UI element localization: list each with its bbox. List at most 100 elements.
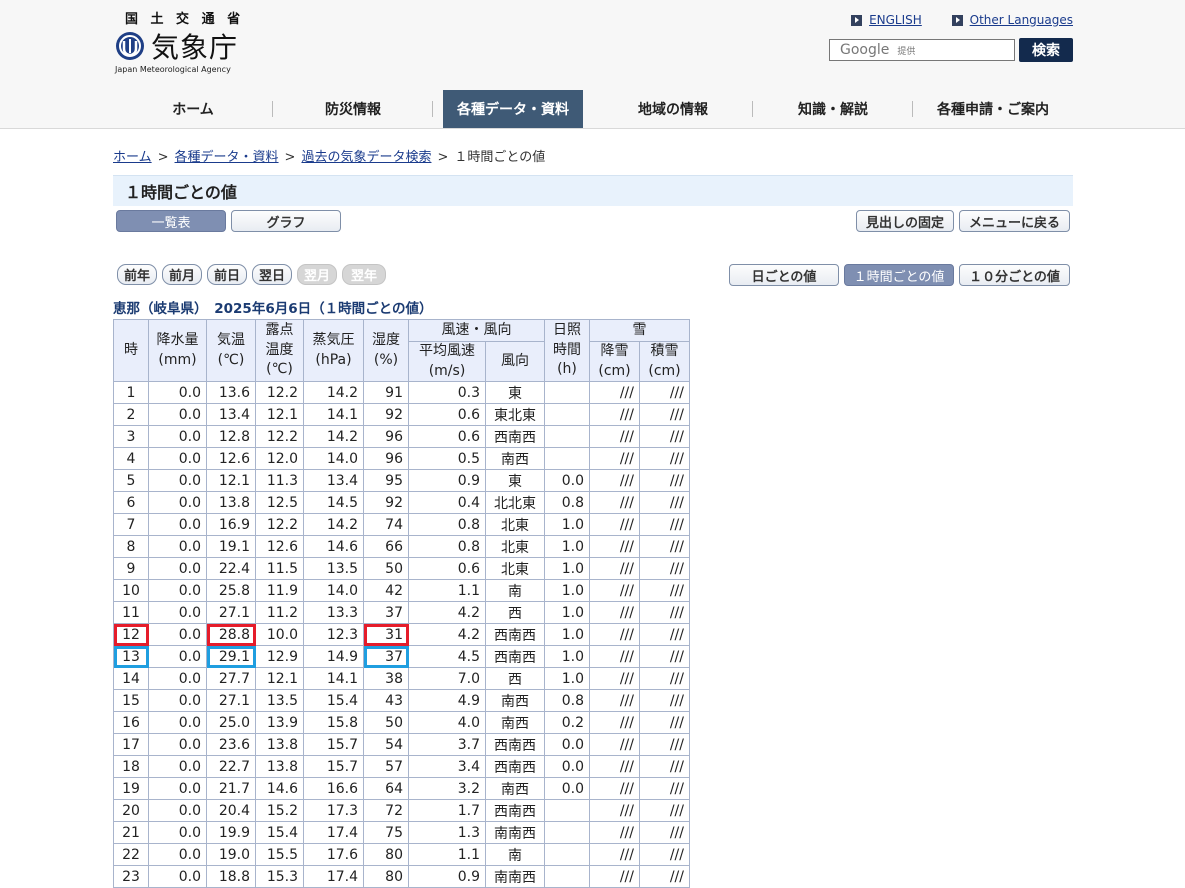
sunshine-cell [544,403,590,427]
header-snowfall-unit: (cm) [598,362,631,379]
nav-disaster-info[interactable]: 防災情報 [273,90,433,128]
hour-cell: 4 [113,447,149,471]
temperature-cell: 19.1 [206,535,256,559]
sunshine-cell: 0.2 [544,711,590,735]
wind-speed-cell: 1.7 [408,799,486,823]
header-vapor-pressure-unit: (hPa) [315,351,352,368]
vapor-pressure-cell: 15.4 [303,689,364,713]
dew-point-cell: 12.9 [255,645,304,669]
nav-applications[interactable]: 各種申請・ご案内 [913,90,1073,128]
temperature-cell: 25.8 [206,579,256,603]
sunshine-cell [544,799,590,823]
jma-emblem-icon [116,32,144,60]
temperature-cell: 22.4 [206,557,256,581]
breadcrumb-home[interactable]: ホーム [113,150,152,165]
sunshine-cell: 1.0 [544,645,590,669]
snowfall-cell: /// [589,491,640,515]
snowfall-cell: /// [589,557,640,581]
sunshine-cell: 1.0 [544,535,590,559]
next-day-button[interactable]: 翌日 [252,264,292,285]
header-dew-point-label-2: 温度 [265,341,294,358]
nav-regional-info[interactable]: 地域の情報 [593,90,753,128]
humidity-cell: 92 [363,491,409,515]
search-input[interactable]: Google 提供 [829,39,1015,61]
wind-direction-cell: 東北東 [485,403,545,427]
search-button[interactable]: 検索 [1019,38,1073,62]
temperature-cell: 27.1 [206,689,256,713]
breadcrumb-past-data-search[interactable]: 過去の気象データ検索 [301,150,431,165]
header-sunshine-label-1: 日照 [553,322,581,339]
snow-depth-cell: /// [639,733,690,757]
temperature-cell: 22.7 [206,755,256,779]
table-row: 10 0.0 25.8 11.9 14.0 42 1.1 南 1.0////// [113,579,690,603]
nav-knowledge[interactable]: 知識・解説 [753,90,913,128]
wind-direction-cell: 南 [485,579,545,603]
table-row: 7 0.0 16.9 12.2 14.2 74 0.8 北東 1.0////// [113,513,690,537]
wind-direction-cell: 西 [485,667,545,691]
snow-depth-cell: /// [639,535,690,559]
temperature-cell: 25.0 [206,711,256,735]
table-row: 16 0.0 25.0 13.9 15.8 50 4.0 南西 0.2////// [113,711,690,735]
snowfall-cell: /// [589,623,640,647]
english-link[interactable]: ENGLISH [851,13,922,27]
global-nav: ホーム 防災情報 各種データ・資料 地域の情報 知識・解説 各種申請・ご案内 [113,90,1073,128]
wind-speed-cell: 0.8 [408,513,486,537]
sunshine-cell: 0.8 [544,689,590,713]
daily-values-button[interactable]: 日ごとの値 [729,264,839,286]
jma-logo[interactable]: 国 土 交 通 省 気象庁 Japan Meteorological Agenc… [113,6,253,76]
tab-table[interactable]: 一覧表 [116,210,226,232]
breadcrumb-data[interactable]: 各種データ・資料 [175,150,279,165]
temperature-cell: 13.4 [206,403,256,427]
hour-cell: 16 [113,711,149,735]
prev-day-button[interactable]: 前日 [207,264,247,285]
breadcrumb-current: １時間ごとの値 [454,150,546,165]
precipitation-cell: 0.0 [148,843,207,867]
language-links: ENGLISH Other Languages [825,13,1073,29]
dew-point-cell: 12.2 [255,425,304,449]
prev-month-button[interactable]: 前月 [162,264,202,285]
snowfall-cell: /// [589,469,640,493]
back-to-menu-button[interactable]: メニューに戻る [959,210,1070,232]
table-row: 13 0.0 29.1 12.9 14.9 37 4.5 西南西 1.0////// [113,645,690,669]
hour-cell: 14 [113,667,149,691]
temperature-cell: 19.0 [206,843,256,867]
snow-depth-cell: /// [639,755,690,779]
header-wind-group: 風速・風向 [408,319,545,342]
precipitation-cell: 0.0 [148,535,207,559]
precipitation-cell: 0.0 [148,645,207,669]
nav-data[interactable]: 各種データ・資料 [443,90,583,128]
other-languages-link[interactable]: Other Languages [951,13,1073,27]
nav-home[interactable]: ホーム [113,90,273,128]
tab-graph[interactable]: グラフ [231,210,341,232]
table-row: 17 0.0 23.6 13.8 15.7 54 3.7 西南西 0.0////// [113,733,690,757]
wind-direction-cell: 北東 [485,513,545,537]
vapor-pressure-cell: 14.6 [303,535,364,559]
search-provided-label: 提供 [897,46,916,57]
header-humidity: 湿度 (%) [363,318,409,383]
header-temperature-unit: (℃) [217,351,245,368]
vapor-pressure-cell: 14.0 [303,447,364,471]
site-header: 国 土 交 通 省 気象庁 Japan Meteorological Agenc… [0,0,1185,129]
arrow-square-icon [851,14,863,26]
header-wind-direction: 風向 [485,340,545,383]
snow-depth-cell: /// [639,513,690,537]
fix-header-button[interactable]: 見出しの固定 [856,210,954,232]
wind-direction-cell: 西南西 [485,645,545,669]
vapor-pressure-cell: 17.4 [303,865,364,888]
prev-year-button[interactable]: 前年 [117,264,157,285]
header-hour: 時 [113,318,149,383]
ten-minute-values-button[interactable]: １０分ごとの値 [959,264,1070,286]
dew-point-cell: 13.5 [255,689,304,713]
temperature-cell: 21.7 [206,777,256,801]
precipitation-cell: 0.0 [148,469,207,493]
humidity-cell: 96 [363,447,409,471]
sunshine-cell: 0.0 [544,777,590,801]
hourly-values-button[interactable]: １時間ごとの値 [844,264,954,286]
header-precipitation: 降水量 (mm) [148,318,207,383]
vapor-pressure-cell: 16.6 [303,777,364,801]
wind-speed-cell: 0.6 [408,557,486,581]
snowfall-cell: /// [589,799,640,823]
header-dew-point-unit: (℃) [266,361,293,378]
wind-speed-cell: 1.3 [408,821,486,845]
table-body: 1 0.0 13.6 12.2 14.2 91 0.3 東//////2 0.0 13.4 12.1… [113,381,690,888]
